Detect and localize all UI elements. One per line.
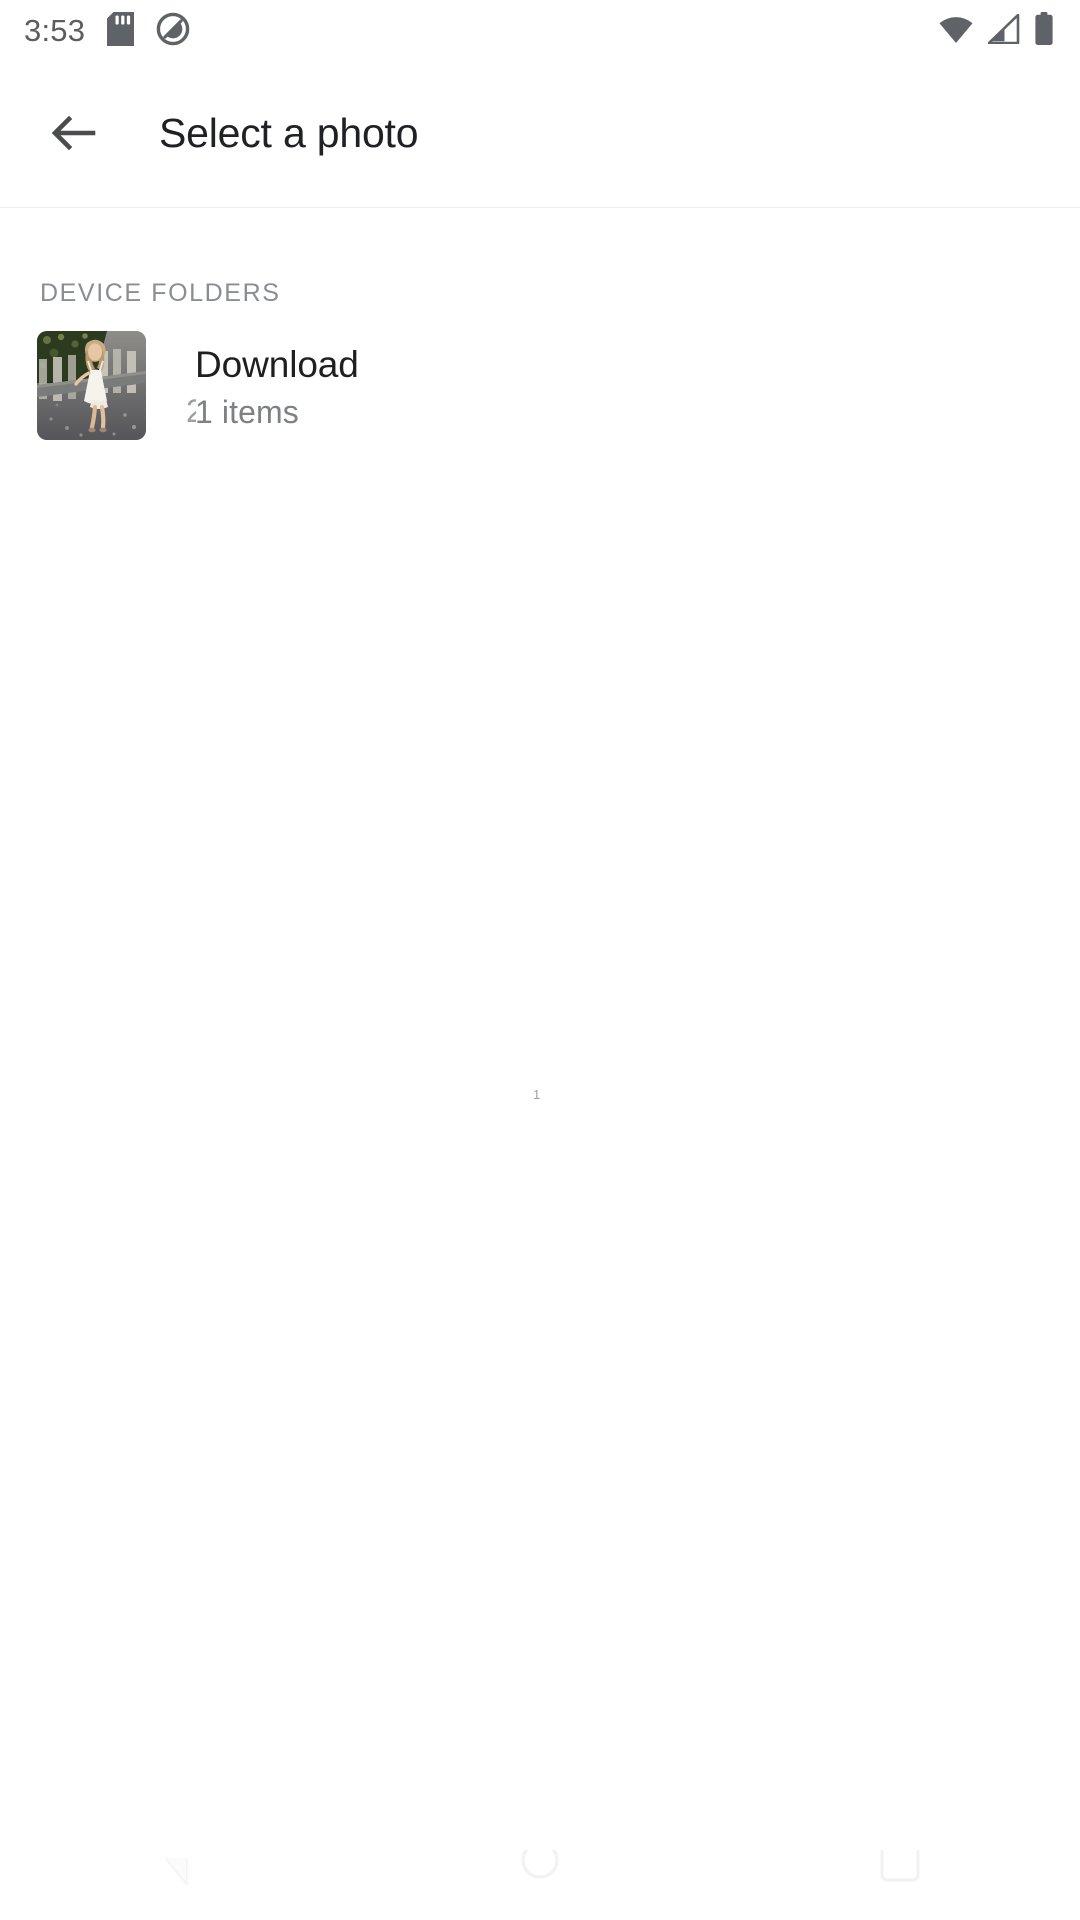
section-header-device-folders: DEVICE FOLDERS xyxy=(40,279,281,307)
folder-item-count-label: 1 items xyxy=(195,393,299,430)
stray-text-artifact: 1 xyxy=(533,1087,541,1102)
battery-icon xyxy=(1034,12,1054,50)
thumbnail-image xyxy=(37,331,146,440)
nav-recents-icon xyxy=(872,1842,928,1911)
app-bar: Select a photo xyxy=(0,62,1080,208)
status-bar-left-group: 3:53 xyxy=(24,11,190,51)
content-area: DEVICE FOLDERS Download 2 1 items 1 xyxy=(0,208,1080,1920)
nav-recents-button[interactable] xyxy=(820,1838,980,1920)
back-button[interactable] xyxy=(25,87,121,183)
list-item[interactable]: Download 2 1 items xyxy=(0,313,1080,458)
nav-back-icon xyxy=(152,1850,208,1911)
folder-list: Download 2 1 items xyxy=(0,313,1080,458)
folder-item-count: 2 1 items xyxy=(186,393,359,430)
text-render-artifact-glyph: 2 xyxy=(186,394,196,427)
page-title: Select a photo xyxy=(159,109,419,156)
status-bar: 3:53 xyxy=(0,0,1080,62)
nav-home-button[interactable] xyxy=(460,1838,620,1920)
status-bar-clock: 3:53 xyxy=(24,12,86,48)
folder-text-group: Download 2 1 items xyxy=(186,343,359,430)
wifi-icon xyxy=(938,14,974,49)
nav-back-button[interactable] xyxy=(100,1838,260,1920)
folder-thumbnail xyxy=(37,331,146,440)
nav-home-icon xyxy=(512,1841,568,1911)
system-navigation-bar xyxy=(0,1838,1080,1920)
do-not-disturb-icon xyxy=(156,12,190,51)
arrow-back-icon xyxy=(47,107,99,164)
folder-name: Download xyxy=(195,343,359,385)
status-bar-right-group xyxy=(938,12,1054,50)
sd-card-icon xyxy=(107,11,135,51)
cellular-signal-icon xyxy=(987,13,1020,49)
photo-picker-screen: 3:53 Select a photo DEVICE FOLDERS Downl… xyxy=(0,0,1080,1920)
